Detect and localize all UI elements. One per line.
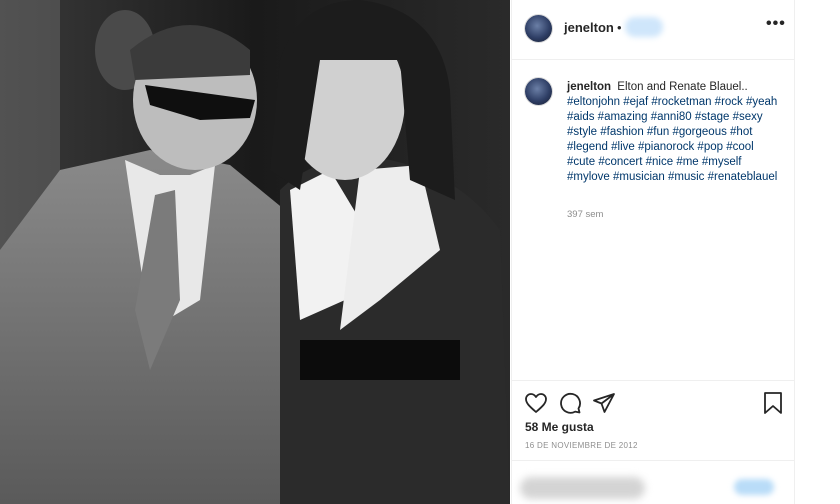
post-details-panel: jenelton • ••• jenelton Elton and Renate… <box>511 0 795 504</box>
post-photo[interactable] <box>0 0 510 504</box>
header-username[interactable]: jenelton <box>564 20 614 35</box>
post-header: jenelton • ••• <box>512 0 794 60</box>
caption-hashtags[interactable]: #eltonjohn #ejaf #rocketman #rock #yeah … <box>567 96 777 183</box>
post-actions: 58 Me gusta 16 DE NOVIEMBRE DE 2012 <box>512 380 794 461</box>
avatar[interactable] <box>525 78 552 105</box>
caption-age: 397 sem <box>567 209 604 220</box>
avatar[interactable] <box>525 15 552 42</box>
caption-username[interactable]: jenelton <box>567 81 611 93</box>
comment-icon[interactable] <box>558 391 582 415</box>
caption: jenelton Elton and Renate Blauel.. #elto… <box>567 80 782 185</box>
comment-input[interactable] <box>520 477 645 499</box>
heart-icon[interactable] <box>524 391 548 415</box>
header-separator: • <box>617 20 622 35</box>
comment-box <box>512 460 794 504</box>
follow-button[interactable] <box>625 17 663 37</box>
post-photo-illustration <box>0 0 510 504</box>
post-date: 16 DE NOVIEMBRE DE 2012 <box>525 441 638 450</box>
post-comment-button[interactable] <box>734 479 774 495</box>
caption-text: Elton and Renate Blauel.. <box>617 81 748 93</box>
likes-count[interactable]: 58 Me gusta <box>525 420 594 434</box>
more-horizontal-icon[interactable]: ••• <box>766 15 786 33</box>
bookmark-icon[interactable] <box>762 391 784 415</box>
share-icon[interactable] <box>592 391 616 415</box>
caption-area: jenelton Elton and Renate Blauel.. #elto… <box>512 60 794 380</box>
